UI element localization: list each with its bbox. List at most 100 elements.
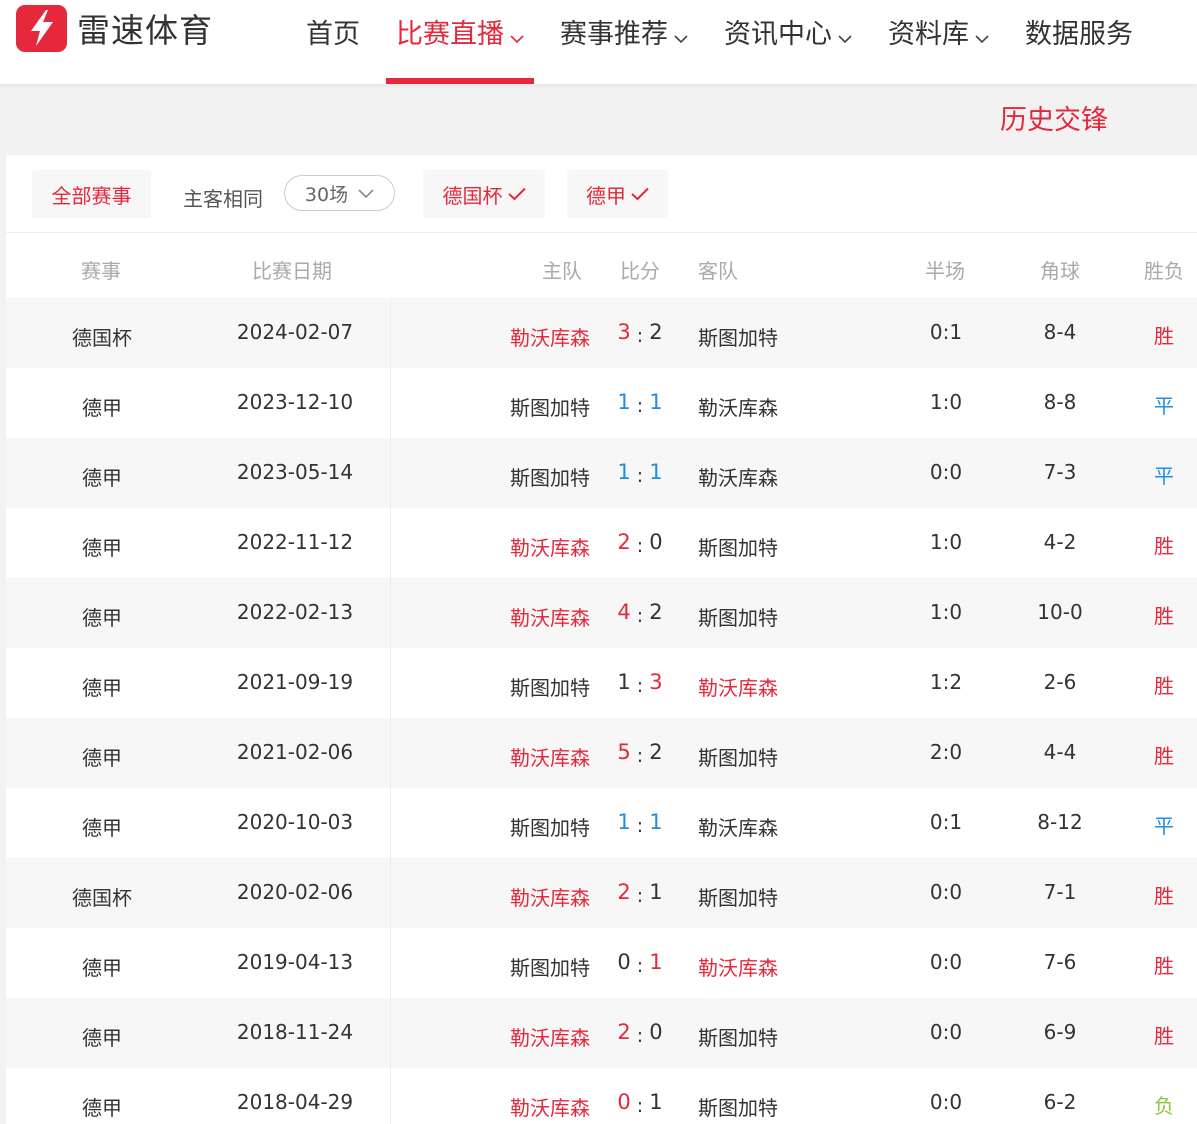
match-competition: 德甲 xyxy=(82,536,122,560)
match-score: 0:1 xyxy=(612,950,668,977)
match-competition: 德国杯 xyxy=(72,886,132,910)
away-team[interactable]: 斯图加特 xyxy=(698,1022,778,1051)
away-team[interactable]: 勒沃库森 xyxy=(698,392,778,421)
away-team[interactable]: 勒沃库森 xyxy=(698,952,778,981)
chevron-down-icon xyxy=(975,20,989,51)
table-row[interactable]: 德甲 2020-10-03 斯图加特 1:1 勒沃库森 0:1 8-12 平 xyxy=(6,788,1197,858)
score-separator: : xyxy=(636,535,644,557)
match-competition: 德甲 xyxy=(82,676,122,700)
filter-all-button[interactable]: 全部赛事 xyxy=(32,170,151,218)
table-row[interactable]: 德甲 2022-02-13 勒沃库森 4:2 斯图加特 1:0 10-0 胜 xyxy=(6,578,1197,648)
table-row[interactable]: 德甲 2018-04-29 勒沃库森 0:1 斯图加特 0:0 6-2 负 xyxy=(6,1068,1197,1124)
match-score: 1:3 xyxy=(612,670,668,697)
away-team[interactable]: 斯图加特 xyxy=(698,742,778,771)
away-team[interactable]: 勒沃库森 xyxy=(698,462,778,491)
same-venue-label[interactable]: 主客相同 xyxy=(183,183,263,212)
match-result: 胜 xyxy=(1154,534,1174,558)
nav-item-label: 赛事推荐 xyxy=(560,19,668,50)
match-competition: 德甲 xyxy=(82,396,122,420)
filter-cup-button[interactable]: 德国杯 xyxy=(423,170,545,218)
table-header: 赛事 比赛日期 主队 比分 客队 半场 角球 胜负 xyxy=(6,233,1197,298)
match-date: 2023-05-14 xyxy=(236,460,354,484)
table-row[interactable]: 德甲 2023-12-10 斯图加特 1:1 勒沃库森 1:0 8-8 平 xyxy=(6,368,1197,438)
match-score: 0:1 xyxy=(612,1090,668,1117)
half-time-score: 0:0 xyxy=(929,950,963,974)
table-row[interactable]: 德甲 2021-02-06 勒沃库森 5:2 斯图加特 2:0 4-4 胜 xyxy=(6,718,1197,788)
chevron-down-icon xyxy=(838,20,852,51)
filter-league-button[interactable]: 德甲 xyxy=(567,170,668,218)
away-team[interactable]: 斯图加特 xyxy=(698,322,778,351)
check-icon xyxy=(507,182,526,206)
match-count-value: 30场 xyxy=(304,183,349,206)
match-date: 2019-04-13 xyxy=(236,950,354,974)
home-team[interactable]: 勒沃库森 xyxy=(510,882,590,911)
match-score: 3:2 xyxy=(612,320,668,347)
home-team[interactable]: 斯图加特 xyxy=(510,462,590,491)
nav-item-live[interactable]: 比赛直播 xyxy=(386,0,534,84)
away-team[interactable]: 斯图加特 xyxy=(698,602,778,631)
home-team[interactable]: 勒沃库森 xyxy=(510,532,590,561)
home-goals: 4 xyxy=(617,600,631,624)
home-goals: 2 xyxy=(617,530,631,554)
home-team[interactable]: 勒沃库森 xyxy=(510,742,590,771)
match-competition: 德甲 xyxy=(82,1096,122,1120)
corner-count: 10-0 xyxy=(1037,600,1083,624)
table-row[interactable]: 德甲 2019-04-13 斯图加特 0:1 勒沃库森 0:0 7-6 胜 xyxy=(6,928,1197,998)
home-goals: 3 xyxy=(617,320,631,344)
nav-item-data-service[interactable]: 数据服务 xyxy=(1015,0,1143,84)
home-team[interactable]: 勒沃库森 xyxy=(510,1022,590,1051)
home-team[interactable]: 斯图加特 xyxy=(510,672,590,701)
filter-bar: 全部赛事 主客相同 30场 德国杯 德甲 xyxy=(6,155,1197,233)
away-team[interactable]: 勒沃库森 xyxy=(698,812,778,841)
half-time-score: 1:0 xyxy=(929,530,963,554)
away-team[interactable]: 斯图加特 xyxy=(698,1092,778,1121)
nav-item-tips[interactable]: 赛事推荐 xyxy=(550,0,698,84)
table-row[interactable]: 德甲 2021-09-19 斯图加特 1:3 勒沃库森 1:2 2-6 胜 xyxy=(6,648,1197,718)
away-goals: 2 xyxy=(649,740,663,764)
home-team[interactable]: 斯图加特 xyxy=(510,392,590,421)
home-team[interactable]: 斯图加特 xyxy=(510,812,590,841)
half-time-score: 1:2 xyxy=(929,670,963,694)
match-date: 2021-09-19 xyxy=(236,670,354,694)
nav-item-news[interactable]: 资讯中心 xyxy=(714,0,862,84)
home-goals: 1 xyxy=(617,390,631,414)
home-team[interactable]: 勒沃库森 xyxy=(510,602,590,631)
table-row[interactable]: 德甲 2023-05-14 斯图加特 1:1 勒沃库森 0:0 7-3 平 xyxy=(6,438,1197,508)
nav-item-home[interactable]: 首页 xyxy=(296,0,370,84)
nav-item-database[interactable]: 资料库 xyxy=(878,0,999,84)
half-time-score: 0:1 xyxy=(929,810,963,834)
table-row[interactable]: 德甲 2022-11-12 勒沃库森 2:0 斯图加特 1:0 4-2 胜 xyxy=(6,508,1197,578)
away-goals: 3 xyxy=(649,670,663,694)
half-time-score: 0:0 xyxy=(929,1090,963,1114)
match-date: 2022-11-12 xyxy=(236,530,354,554)
home-team[interactable]: 勒沃库森 xyxy=(510,322,590,351)
home-goals: 2 xyxy=(617,1020,631,1044)
away-team[interactable]: 勒沃库森 xyxy=(698,672,778,701)
away-goals: 0 xyxy=(649,1020,663,1044)
match-result: 平 xyxy=(1154,394,1174,418)
home-team[interactable]: 勒沃库森 xyxy=(510,1092,590,1121)
filter-cup-label: 德国杯 xyxy=(442,183,503,208)
nav-item-label: 首页 xyxy=(306,19,360,50)
corner-count: 4-2 xyxy=(1043,530,1077,554)
corner-count: 2-6 xyxy=(1043,670,1077,694)
match-count-select[interactable]: 30场 xyxy=(284,175,395,211)
table-row[interactable]: 德甲 2018-11-24 勒沃库森 2:0 斯图加特 0:0 6-9 胜 xyxy=(6,998,1197,1068)
logo[interactable]: 雷速体育 xyxy=(16,4,213,52)
match-date: 2024-02-07 xyxy=(236,320,354,344)
col-score: 比分 xyxy=(620,259,660,283)
away-goals: 1 xyxy=(649,880,663,904)
match-result: 胜 xyxy=(1154,744,1174,768)
match-result: 胜 xyxy=(1154,1024,1174,1048)
half-time-score: 0:0 xyxy=(929,880,963,904)
chevron-down-icon xyxy=(674,20,688,51)
table-row[interactable]: 德国杯 2020-02-06 勒沃库森 2:1 斯图加特 0:0 7-1 胜 xyxy=(6,858,1197,928)
home-team[interactable]: 斯图加特 xyxy=(510,952,590,981)
table-row[interactable]: 德国杯 2024-02-07 勒沃库森 3:2 斯图加特 0:1 8-4 胜 xyxy=(6,298,1197,368)
score-separator: : xyxy=(636,1025,644,1047)
nav-item-label: 资料库 xyxy=(888,19,969,50)
away-team[interactable]: 斯图加特 xyxy=(698,532,778,561)
away-team[interactable]: 斯图加特 xyxy=(698,882,778,911)
match-competition: 德甲 xyxy=(82,606,122,630)
corner-count: 7-6 xyxy=(1043,950,1077,974)
